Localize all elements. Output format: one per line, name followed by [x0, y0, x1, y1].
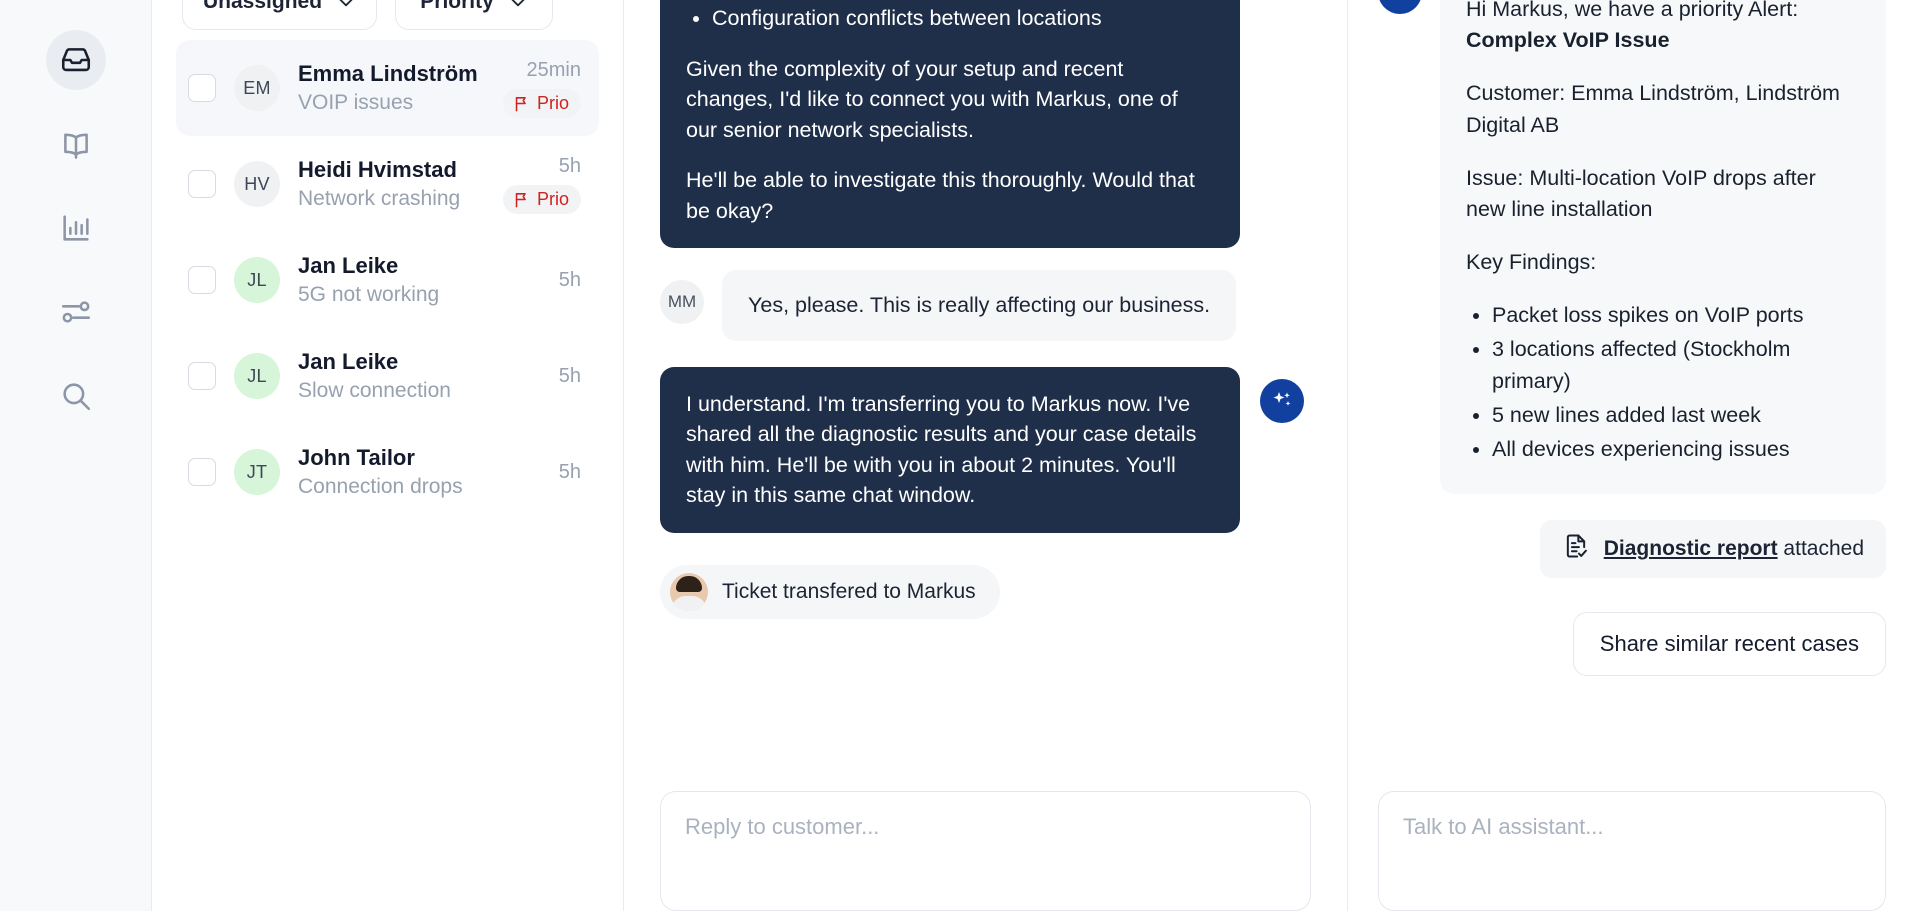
flag-icon [513, 191, 530, 208]
ticket-customer-name: John Tailor [298, 444, 415, 470]
sidebar-item-analytics[interactable] [46, 198, 106, 258]
status-badge: Prio [502, 184, 581, 214]
table-row[interactable]: JL Jan Leike 5G not working 5h [176, 232, 599, 328]
agent-message-row: I understand. I'm transferring you to Ma… [660, 366, 1311, 533]
search-icon [59, 379, 93, 413]
ticket-customer-name: Jan Leike [298, 252, 399, 278]
attachment-suffix: attached [1777, 537, 1864, 561]
assignee-filter-label: Unassigned [203, 0, 323, 13]
attachment-label: Diagnostic report attached [1604, 537, 1864, 561]
filter-bar: Unassigned Priority [176, 0, 599, 30]
sidebar-item-settings[interactable] [46, 282, 106, 342]
ai-greeting: Hi Markus, we have a priority Alert: Com… [1466, 0, 1860, 56]
attachment-link[interactable]: Diagnostic report [1604, 537, 1778, 560]
flag-icon [513, 95, 530, 112]
status-badge-label: Prio [536, 92, 569, 113]
conversation-panel: Packet loss spikes around VoIP ports Irr… [624, 0, 1348, 911]
agent-message-paragraph: He'll be able to investigate this thorou… [686, 168, 1195, 223]
agent-message-bubble: Packet loss spikes around VoIP ports Irr… [660, 0, 1240, 249]
ticket-checkbox[interactable] [188, 458, 216, 486]
status-badge: Prio [502, 88, 581, 118]
ai-assistant-panel: Hi Markus, we have a priority Alert: Com… [1348, 0, 1920, 911]
ticket-subject: Connection drops [298, 475, 463, 499]
ticket-timestamp: 5h [558, 364, 581, 387]
ticket-customer-name: Heidi Hvimstad [298, 156, 457, 182]
ticket-subject: Network crashing [298, 187, 461, 211]
status-badge-label: Prio [536, 188, 569, 209]
list-item: 5 new lines added last week [1492, 400, 1860, 431]
ticket-checkbox[interactable] [188, 170, 216, 198]
ai-greeting-text: Hi Markus, we have a priority [1466, 0, 1744, 21]
ticket-subject: VOIP issues [298, 91, 414, 115]
table-row[interactable]: JT John Tailor Connection drops 5h [176, 424, 599, 520]
diagnostic-report-attachment[interactable]: Diagnostic report attached [1539, 520, 1886, 579]
sidebar-item-search[interactable] [46, 366, 106, 426]
ticket-list: EM Emma Lindström VOIP issues 25min Prio [176, 40, 599, 520]
customer-message: MM Yes, please. This is really affecting… [660, 270, 1311, 341]
avatar: EM [234, 65, 280, 111]
ai-message-row: Hi Markus, we have a priority Alert: Com… [1378, 0, 1886, 495]
list-item: 3 locations affected (Stockholm primary) [1492, 334, 1860, 396]
ai-issue-line: Issue: Multi-location VoIP drops after n… [1466, 165, 1816, 221]
bar-chart-icon [59, 211, 93, 245]
list-item: Irregular latency patterns post new line… [712, 0, 1214, 1]
assignee-filter-dropdown[interactable]: Unassigned [182, 0, 378, 30]
agent-message-paragraph: Given the complexity of your setup and r… [686, 56, 1178, 142]
avatar: JL [234, 353, 280, 399]
chevron-down-icon [336, 0, 356, 12]
customer-message-bubble: Yes, please. This is really affecting ou… [722, 270, 1237, 341]
avatar: HV [234, 161, 280, 207]
priority-filter-dropdown[interactable]: Priority [395, 0, 554, 30]
chevron-down-icon [508, 0, 528, 12]
table-row[interactable]: EM Emma Lindström VOIP issues 25min Prio [176, 40, 599, 136]
priority-filter-label: Priority [420, 0, 494, 13]
list-item: Packet loss spikes on VoIP ports [1492, 300, 1860, 331]
sliders-icon [59, 295, 93, 329]
avatar: JT [234, 449, 280, 495]
document-check-icon [1562, 532, 1590, 566]
ticket-checkbox[interactable] [188, 74, 216, 102]
ticket-timestamp: 5h [558, 460, 581, 483]
message-thread: Packet loss spikes around VoIP ports Irr… [660, 0, 1311, 777]
ai-alert-prefix: Alert: [1748, 0, 1799, 21]
ai-findings-label: Key Findings: [1466, 250, 1597, 275]
app-root: Unassigned Priority EM Emma Lindström VO… [0, 0, 1920, 911]
list-item: All devices experiencing issues [1492, 434, 1860, 465]
sidebar-item-inbox[interactable] [45, 30, 106, 90]
avatar: JL [234, 257, 280, 303]
ticket-timestamp: 5h [558, 154, 581, 177]
table-row[interactable]: JL Jan Leike Slow connection 5h [176, 328, 599, 424]
ai-assistant-input[interactable]: Talk to AI assistant... [1378, 791, 1886, 911]
share-similar-cases-button[interactable]: Share similar recent cases [1572, 612, 1886, 677]
ticket-customer-name: Jan Leike [298, 348, 399, 374]
book-icon [59, 127, 93, 161]
sidebar-rail [0, 0, 152, 911]
ai-findings-list: Packet loss spikes on VoIP ports 3 locat… [1492, 300, 1860, 465]
agent-message-bullets: Packet loss spikes around VoIP ports Irr… [712, 0, 1214, 34]
agent-avatar-photo [670, 572, 708, 611]
ticket-subject: 5G not working [298, 283, 440, 307]
ai-sparkle-icon [1260, 378, 1304, 423]
reply-input[interactable]: Reply to customer... [660, 791, 1311, 911]
ai-customer-line: Customer: Emma Lindström, Lindström Digi… [1466, 81, 1840, 137]
agent-message-bubble: I understand. I'm transferring you to Ma… [660, 366, 1240, 533]
ticket-checkbox[interactable] [188, 362, 216, 390]
sidebar-item-knowledge[interactable] [46, 114, 106, 174]
ticket-list-panel: Unassigned Priority EM Emma Lindström VO… [152, 0, 624, 911]
ticket-customer-name: Emma Lindström [298, 60, 478, 86]
ai-summary-bubble: Hi Markus, we have a priority Alert: Com… [1440, 0, 1886, 495]
ticket-timestamp: 5h [558, 268, 581, 291]
ticket-checkbox[interactable] [188, 266, 216, 294]
transfer-notice-label: Ticket transfered to Markus [722, 579, 976, 603]
ticket-timestamp: 25min [526, 58, 581, 81]
table-row[interactable]: HV Heidi Hvimstad Network crashing 5h Pr… [176, 136, 599, 232]
avatar: MM [660, 280, 704, 325]
ai-sparkle-icon [1378, 0, 1422, 14]
list-item: Configuration conflicts between location… [712, 3, 1214, 34]
ai-message-thread: Hi Markus, we have a priority Alert: Com… [1378, 0, 1886, 769]
transfer-notice: Ticket transfered to Markus [660, 564, 1000, 619]
ai-alert-title: Complex VoIP Issue [1466, 28, 1670, 53]
inbox-icon [59, 43, 93, 77]
ticket-subject: Slow connection [298, 379, 451, 403]
